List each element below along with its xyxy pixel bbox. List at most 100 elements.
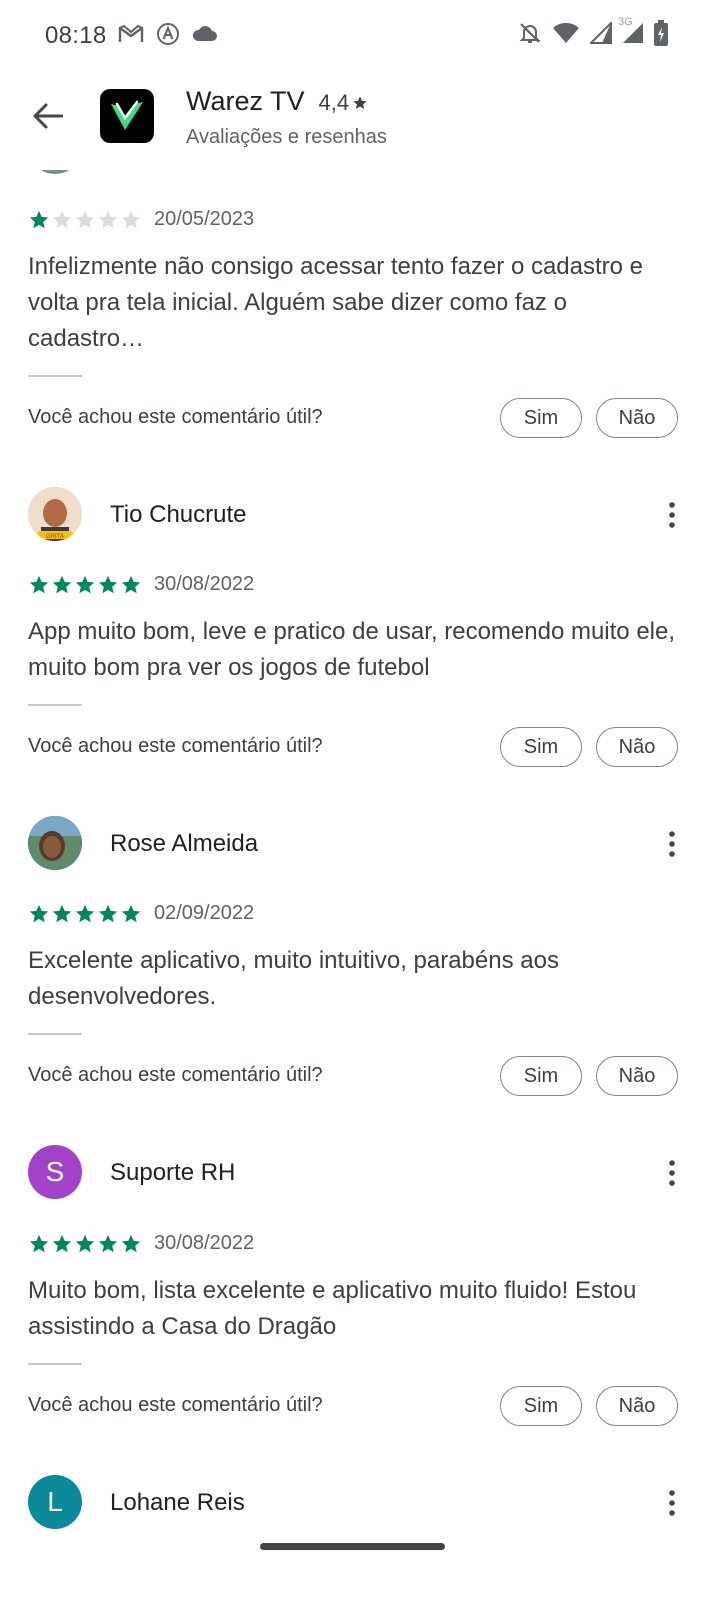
home-indicator[interactable]: [260, 1543, 445, 1550]
star-rating: [28, 209, 142, 231]
review-header: Rose Almeida: [28, 816, 692, 872]
rating-row: 20/05/2023: [28, 208, 254, 231]
helpful-row: Você achou este comentário útil? Sim Não: [28, 727, 678, 769]
reviewer-name: Lohane Reis: [110, 1489, 245, 1516]
helpful-question: Você achou este comentário útil?: [28, 406, 323, 428]
star-filled-icon: [29, 1234, 49, 1252]
star-filled-icon: [98, 1234, 118, 1252]
helpful-yes-button[interactable]: Sim: [500, 398, 582, 438]
star-filled-icon: [75, 904, 95, 922]
cloud-icon: [192, 25, 218, 43]
star-filled-icon: [121, 1234, 141, 1252]
wifi-icon: [552, 22, 580, 44]
more-vert-icon: [669, 1160, 675, 1186]
app-name: Warez TV: [186, 86, 305, 116]
star-filled-icon: [75, 575, 95, 593]
rating-row: 30/08/2022: [28, 1232, 254, 1255]
helpful-yes-button[interactable]: Sim: [500, 1386, 582, 1426]
star-rating: [28, 903, 142, 925]
status-notification-icons: [118, 22, 218, 46]
review-text: Muito bom, lista excelente e aplicativo …: [28, 1277, 637, 1340]
helpful-question: Você achou este comentário útil?: [28, 1394, 323, 1416]
divider: [28, 375, 82, 377]
reviewer-avatar: GRITA: [28, 487, 82, 541]
more-options-button[interactable]: [652, 824, 692, 864]
divider: [28, 704, 82, 706]
review-date: 30/08/2022: [154, 573, 255, 595]
gmail-icon: [118, 24, 144, 44]
star-filled-icon: [52, 904, 72, 922]
review-date: 20/05/2023: [154, 208, 255, 230]
signal-icon: [590, 22, 612, 44]
star-filled-icon: [121, 904, 141, 922]
review-header: L Lohane Reis: [28, 1475, 692, 1530]
screen: 20/05/2023 Infelizmente não consigo aces…: [0, 0, 720, 1600]
network-type-label: 3G: [618, 16, 633, 28]
arrow-back-icon: [33, 103, 63, 129]
star-empty-icon: [75, 210, 95, 228]
auto-a-icon: [156, 22, 180, 46]
status-bar: 08:18 3G: [0, 0, 720, 70]
review-header: S Suporte RH: [28, 1145, 692, 1201]
rating-row: 30/08/2022: [28, 573, 254, 596]
divider: [28, 1363, 82, 1365]
app-title-row: Warez TV 4,4: [186, 86, 368, 117]
more-options-button[interactable]: [652, 1153, 692, 1193]
mute-icon: [518, 21, 542, 45]
reviewer-name: Suporte RH: [110, 1159, 236, 1186]
reviewer-name: Tio Chucrute: [110, 501, 247, 528]
helpful-no-button[interactable]: Não: [596, 1056, 678, 1096]
rating-row: 02/09/2022: [28, 902, 254, 925]
star-filled-icon: [121, 575, 141, 593]
review-date: 02/09/2022: [154, 902, 255, 924]
reviewer-avatar: S: [28, 1145, 82, 1199]
helpful-row: Você achou este comentário útil? Sim Não: [28, 398, 678, 440]
helpful-yes-button[interactable]: Sim: [500, 1056, 582, 1096]
star-icon: [353, 96, 367, 109]
svg-text:GRITA: GRITA: [46, 534, 64, 540]
helpful-question: Você achou este comentário útil?: [28, 1064, 323, 1086]
back-button[interactable]: [26, 94, 70, 138]
helpful-no-button[interactable]: Não: [596, 1386, 678, 1426]
review-date: 30/08/2022: [154, 1232, 255, 1254]
star-filled-icon: [29, 575, 49, 593]
status-system-icons: 3G: [518, 16, 668, 46]
reviewer-avatar: [28, 816, 82, 870]
helpful-row: Você achou este comentário útil? Sim Não: [28, 1386, 678, 1428]
review-header: GRITA Tio Chucrute: [28, 487, 692, 543]
app-rating: 4,4: [319, 90, 369, 116]
more-vert-icon: [669, 502, 675, 528]
star-empty-icon: [98, 210, 118, 228]
helpful-no-button[interactable]: Não: [596, 398, 678, 438]
status-time: 08:18: [45, 22, 107, 49]
star-filled-icon: [52, 1234, 72, 1252]
app-subtitle: Avaliações e resenhas: [186, 126, 387, 148]
more-vert-icon: [669, 1490, 675, 1516]
star-filled-icon: [29, 210, 49, 228]
star-empty-icon: [121, 210, 141, 228]
signal-3g-icon: 3G: [618, 16, 644, 44]
more-options-button[interactable]: [652, 1483, 692, 1523]
warez-tv-logo-icon: [111, 100, 143, 130]
app-rating-value: 4,4: [318, 90, 350, 115]
star-rating: [28, 1233, 142, 1255]
review-text: Infelizmente não consigo acessar tento f…: [28, 253, 644, 352]
reviews-list[interactable]: 20/05/2023 Infelizmente não consigo aces…: [0, 0, 720, 1530]
app-icon: [100, 89, 154, 143]
star-filled-icon: [29, 904, 49, 922]
battery-icon: [654, 20, 668, 46]
reviewer-avatar: L: [28, 1475, 82, 1529]
helpful-no-button[interactable]: Não: [596, 727, 678, 767]
review-text: Excelente aplicativo, muito intuitivo, p…: [28, 947, 559, 1010]
star-rating: [28, 574, 142, 596]
app-header: Warez TV 4,4 Avaliações e resenhas: [0, 70, 720, 170]
star-empty-icon: [52, 210, 72, 228]
helpful-question: Você achou este comentário útil?: [28, 735, 323, 757]
helpful-row: Você achou este comentário útil? Sim Não: [28, 1056, 678, 1098]
more-options-button[interactable]: [652, 495, 692, 535]
reviewer-name: Rose Almeida: [110, 830, 259, 857]
more-vert-icon: [669, 831, 675, 857]
star-filled-icon: [75, 1234, 95, 1252]
review-text: App muito bom, leve e pratico de usar, r…: [28, 618, 676, 681]
helpful-yes-button[interactable]: Sim: [500, 727, 582, 767]
